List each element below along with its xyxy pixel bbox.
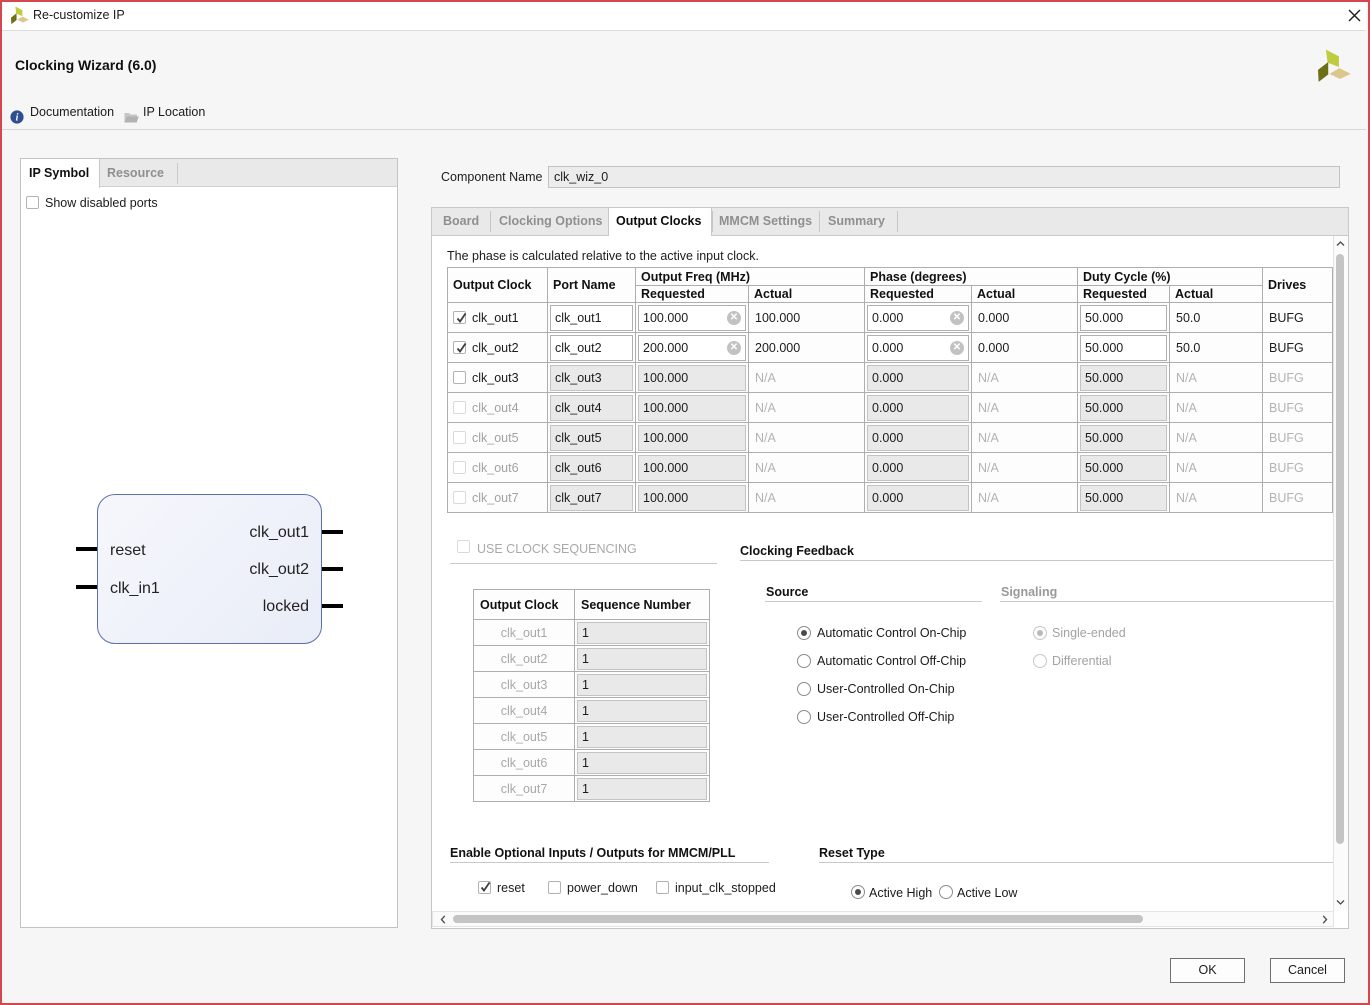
svg-text:i: i <box>16 113 19 124</box>
